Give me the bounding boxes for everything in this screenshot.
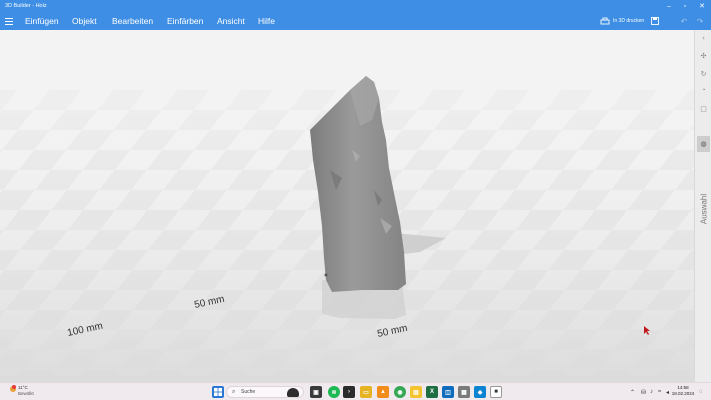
folder-icon[interactable]: ▭ xyxy=(360,386,372,398)
selection-panel-label[interactable]: Auswahl xyxy=(695,184,711,234)
menu-bar: Einfügen Objekt Bearbeiten Einfärben Ans… xyxy=(0,12,711,30)
chrome-icon[interactable]: ◉ xyxy=(394,386,406,398)
clock-date: 18.02.2024 xyxy=(671,391,695,396)
files-icon[interactable]: ▤ xyxy=(410,386,422,398)
weather-temp: 11°C xyxy=(18,385,28,390)
menu-help[interactable]: Hilfe xyxy=(258,15,275,27)
menu-view[interactable]: Ansicht xyxy=(217,15,245,27)
move-icon[interactable]: ✣ xyxy=(697,49,710,62)
network-drive-icon[interactable]: ⛁ xyxy=(641,386,646,398)
vlc-icon[interactable]: ▲ xyxy=(377,386,389,398)
chevron-left-icon[interactable]: ‹ xyxy=(697,32,710,45)
print-3d-button[interactable]: In 3D drucken xyxy=(600,15,644,27)
store-icon[interactable]: ◫ xyxy=(442,386,454,398)
app-icon[interactable]: ▦ xyxy=(458,386,470,398)
taskbar: 11°C Bewölkt ⌕ Suche ▣ ≋ › ▭ ▲ ◉ ▤ X ◫ ▦… xyxy=(0,382,711,400)
hamburger-menu-icon[interactable] xyxy=(3,15,15,27)
speaker-icon[interactable]: ♪ xyxy=(650,386,653,398)
excel-icon[interactable]: X xyxy=(426,386,438,398)
rotate-icon[interactable]: ↻ xyxy=(697,67,710,80)
menu-insert[interactable]: Einfügen xyxy=(25,15,59,27)
start-icon[interactable] xyxy=(212,386,224,398)
menu-object[interactable]: Objekt xyxy=(72,15,97,27)
window-title: 3D Builder - Holz xyxy=(5,3,47,9)
3d-builder-taskbar-icon[interactable]: ■ xyxy=(490,386,502,398)
weather-condition: Bewölkt xyxy=(18,391,34,396)
clock[interactable]: 14:58 18.02.2024 xyxy=(671,385,695,397)
menu-edit[interactable]: Bearbeiten xyxy=(112,15,153,27)
redo-icon[interactable]: ↷ xyxy=(694,15,706,27)
build-plate: 100 mm 50 mm 50 mm xyxy=(0,30,694,382)
weather-widget[interactable]: 11°C Bewölkt xyxy=(10,385,50,399)
search-placeholder: Suche xyxy=(241,389,256,395)
selection-mode-icon[interactable]: ◍ xyxy=(697,136,710,152)
minimize-button[interactable]: – xyxy=(661,0,677,12)
right-panel: ‹ ✣ ↻ ◔ ▢ ◍ Auswahl xyxy=(694,30,711,382)
volume-icon[interactable]: ◂ xyxy=(666,386,669,398)
print-3d-label: In 3D drucken xyxy=(613,18,645,24)
notification-bell-icon[interactable]: ◌ xyxy=(699,386,703,398)
undo-icon[interactable]: ↶ xyxy=(678,15,690,27)
save-icon[interactable] xyxy=(649,15,661,27)
select-icon[interactable]: ▢ xyxy=(697,102,710,115)
3d-viewport[interactable]: 100 mm 50 mm 50 mm xyxy=(0,30,694,382)
menu-paint[interactable]: Einfärben xyxy=(167,15,203,27)
terminal-icon[interactable]: › xyxy=(343,386,355,398)
wifi-icon[interactable]: ≈ xyxy=(658,386,661,398)
chevron-up-icon[interactable]: ⌃ xyxy=(630,386,635,398)
maximize-button[interactable]: ▫ xyxy=(677,0,693,12)
spotify-icon[interactable]: ≋ xyxy=(328,386,340,398)
scale-icon[interactable]: ◔ xyxy=(697,84,710,97)
search-icon: ⌕ xyxy=(232,389,236,395)
paint-3d-icon[interactable]: ◆ xyxy=(474,386,486,398)
print-3d-icon xyxy=(600,17,610,25)
title-bar: 3D Builder - Holz – ▫ ✕ xyxy=(0,0,711,12)
task-view-icon[interactable]: ▣ xyxy=(310,386,322,398)
close-button[interactable]: ✕ xyxy=(694,0,710,12)
taskbar-search[interactable]: ⌕ Suche xyxy=(226,386,304,398)
notification-badge xyxy=(12,385,16,389)
search-highlight-icon xyxy=(287,388,299,397)
